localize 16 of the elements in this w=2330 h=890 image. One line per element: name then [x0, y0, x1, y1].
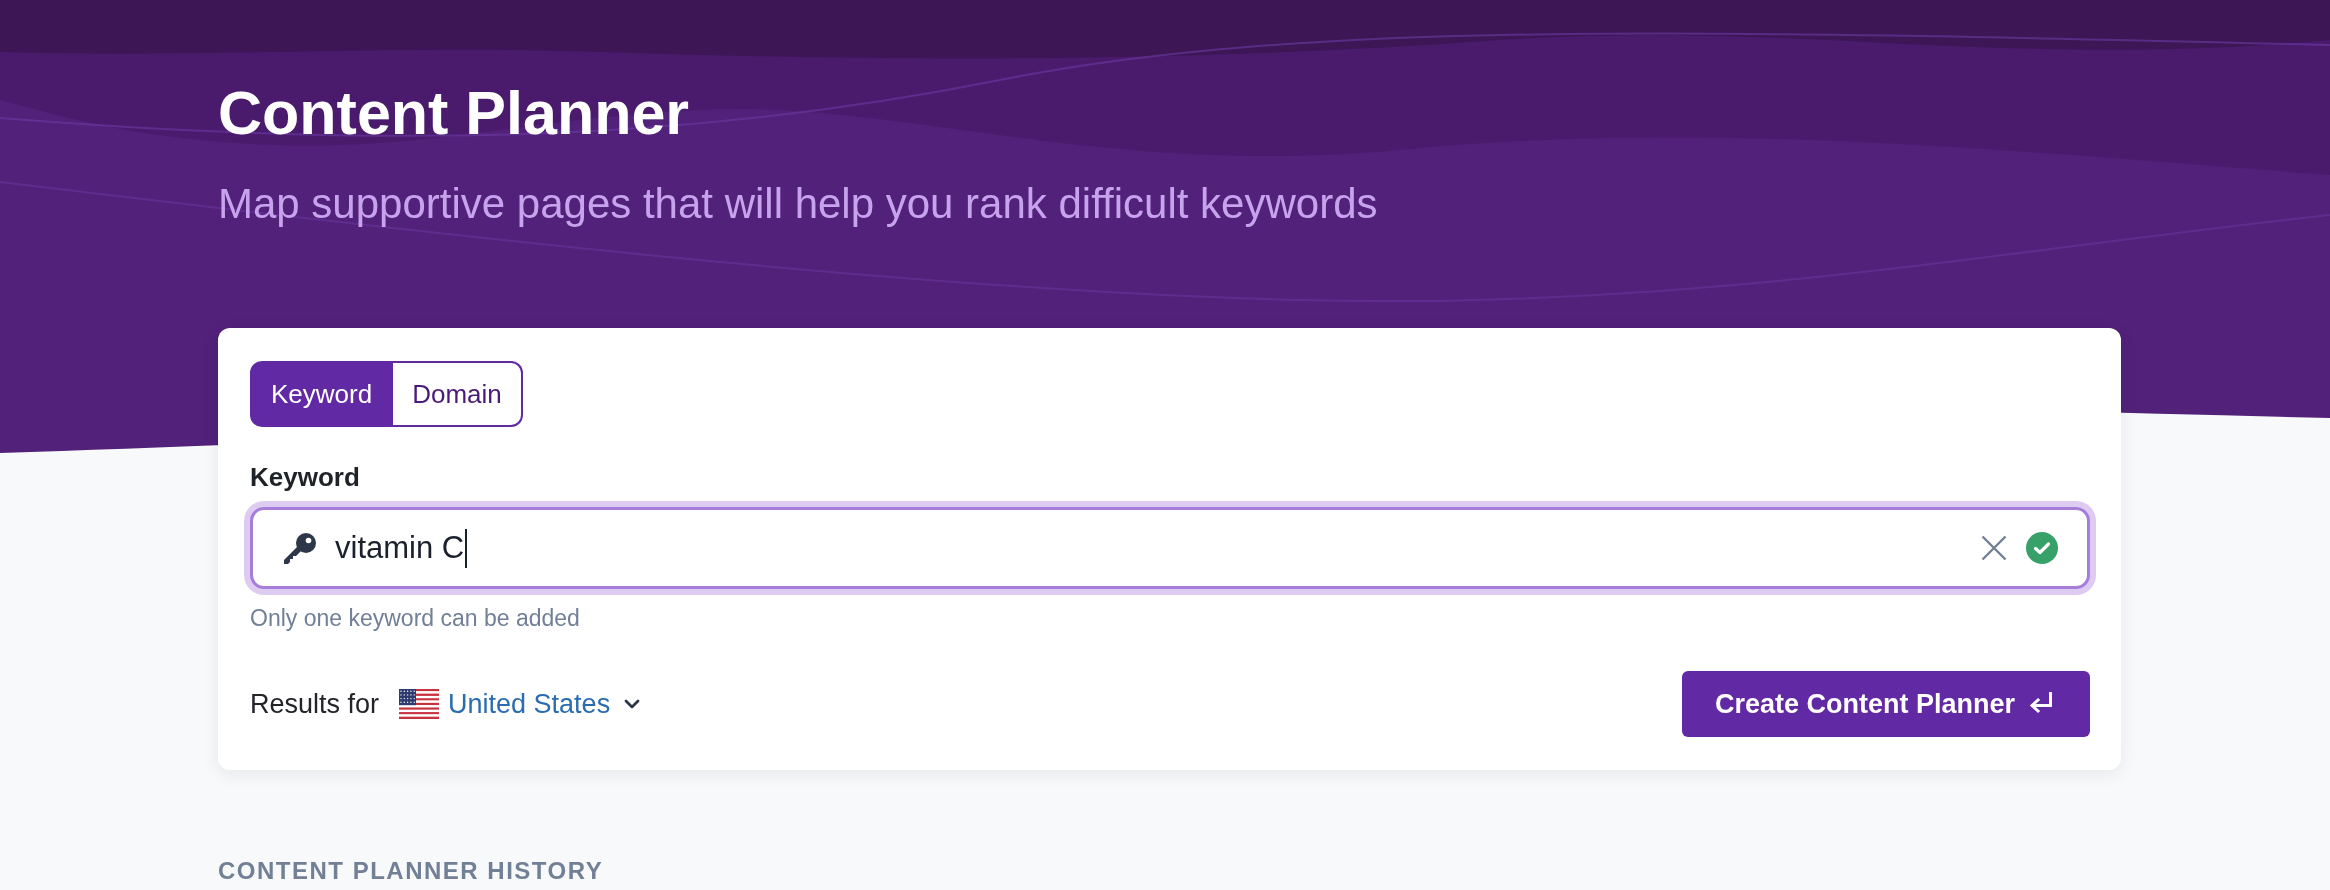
section-heading: CONTENT PLANNER HISTORY: [218, 856, 604, 885]
page-subtitle: Map supportive pages that will help you rank difficult keywords: [218, 179, 1378, 229]
enter-icon: [2028, 692, 2053, 716]
mode-tab[interactable]: Domain: [393, 361, 523, 427]
chevron-down-icon: [624, 699, 641, 709]
text-cursor-icon: [465, 528, 468, 568]
key-icon: [284, 532, 316, 564]
close-icon[interactable]: [1981, 535, 2007, 561]
country-dropdown[interactable]: United States: [399, 688, 641, 720]
flag-icon: [399, 689, 440, 719]
field-hint: Only one keyword can be added: [250, 604, 580, 632]
results-label: Results for: [250, 688, 380, 720]
mode-tab[interactable]: Keyword: [250, 361, 394, 427]
create-planner-button[interactable]: Create Content Planner: [1681, 671, 2090, 737]
field-label: Keyword: [250, 462, 360, 493]
page-title: Content Planner: [218, 78, 690, 149]
